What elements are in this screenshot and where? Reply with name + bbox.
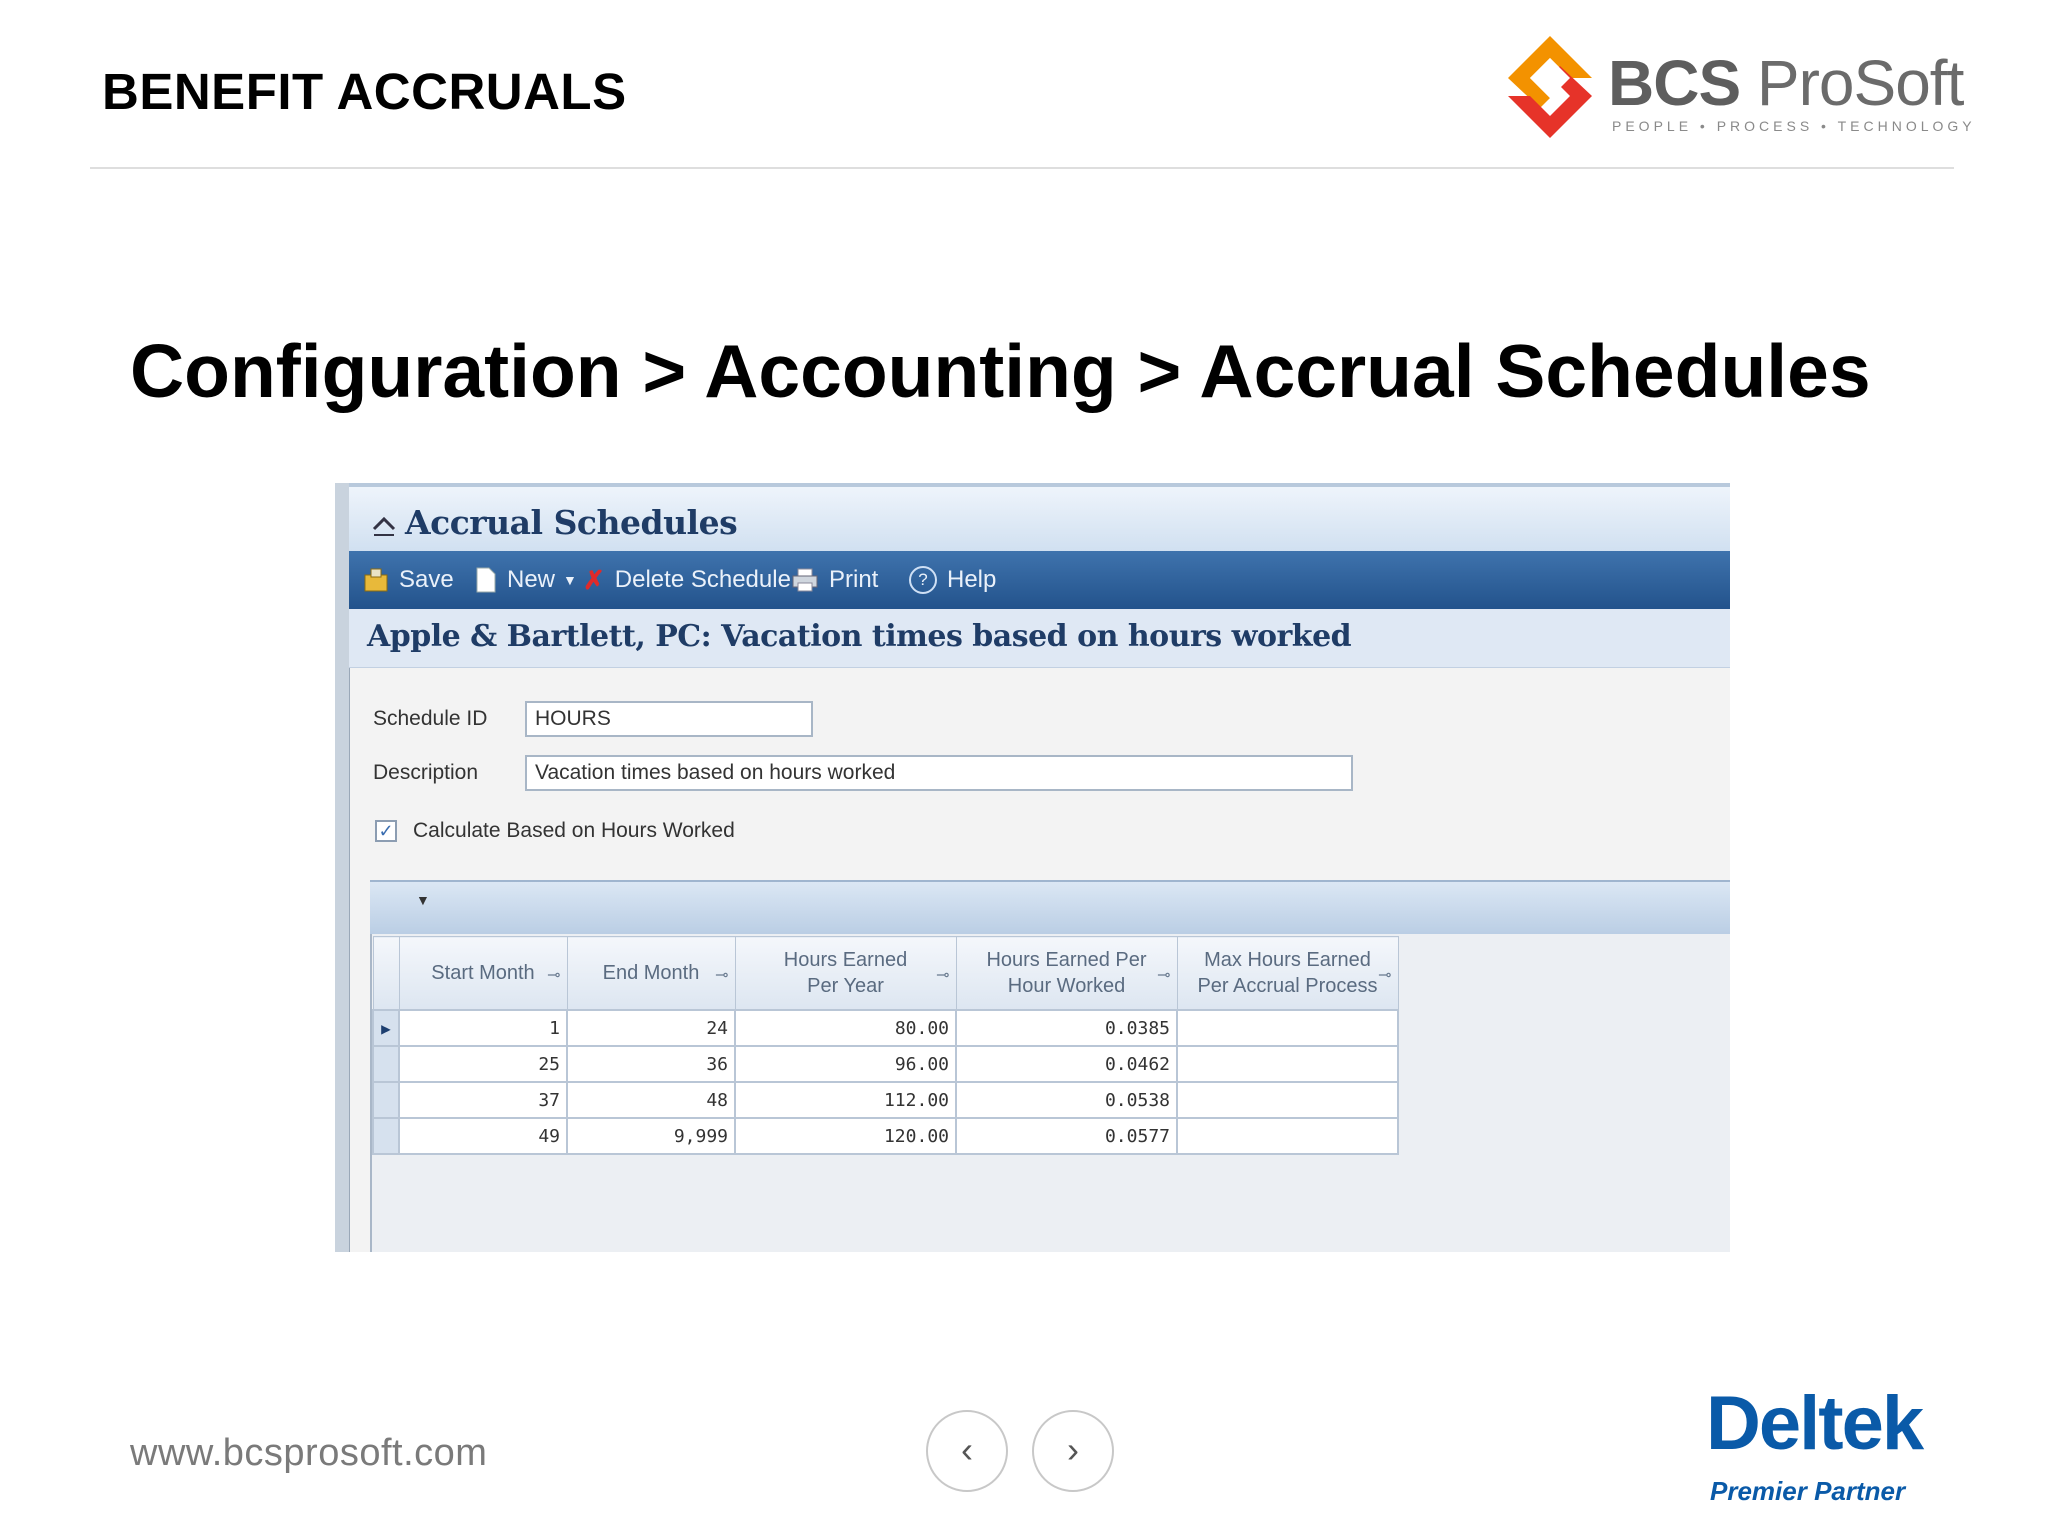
cell-end-month[interactable]: 48 — [566, 1081, 736, 1119]
collapse-icon[interactable] — [369, 509, 399, 539]
chevron-left-icon: ‹ — [961, 1429, 973, 1470]
bcs-prosoft-logo: BCS ProSoft PEOPLE • PROCESS • TECHNOLOG… — [1500, 28, 1972, 148]
chevron-right-icon: › — [1067, 1429, 1079, 1470]
panel-dropdown-icon[interactable]: ▼ — [416, 892, 430, 908]
schedule-id-label: Schedule ID — [373, 707, 488, 730]
toolbar: Save New ▼ ✗ Delete Schedule Print ? Hel… — [349, 551, 1730, 611]
record-header: Apple & Bartlett, PC: Vacation times bas… — [349, 609, 1730, 668]
cell-hours-per-year[interactable]: 120.00 — [734, 1117, 957, 1155]
save-button[interactable]: Save — [363, 561, 454, 599]
col-end-month-label: End Month — [602, 962, 700, 984]
bcs-tagline: PEOPLE • PROCESS • TECHNOLOGY — [1612, 118, 1976, 134]
col-start-month[interactable]: Start Month ⊸ — [398, 936, 568, 1011]
table-row[interactable]: 25 36 96.00 0.0462 — [372, 1045, 1399, 1083]
page-breadcrumb: Configuration > Accounting > Accrual Sch… — [130, 329, 1871, 413]
print-label: Print — [829, 566, 879, 593]
cell-hours-per-hour[interactable]: 0.0462 — [955, 1045, 1178, 1083]
help-label: Help — [947, 566, 997, 593]
bcs-wordmark: BCS ProSoft — [1608, 47, 1964, 119]
new-document-icon — [476, 567, 496, 593]
current-row-indicator-icon[interactable]: ▶ — [372, 1009, 400, 1047]
window-title: Accrual Schedules — [405, 503, 738, 542]
grid-header-row: Start Month ⊸ End Month ⊸ Hours Earned Per… — [372, 936, 1399, 1011]
save-icon — [364, 568, 388, 592]
cell-end-month[interactable]: 24 — [566, 1009, 736, 1047]
pin-icon[interactable]: ⊸ — [547, 963, 560, 989]
new-label: New — [507, 566, 556, 593]
col-max-hours-label: Max Hours Earned Per Accrual Process — [1197, 949, 1378, 997]
accrual-schedule-grid: Start Month ⊸ End Month ⊸ Hours Earned Per… — [372, 936, 1399, 1155]
cell-hours-per-hour[interactable]: 0.0577 — [955, 1117, 1178, 1155]
cell-end-month[interactable]: 36 — [566, 1045, 736, 1083]
row-selector[interactable] — [372, 1045, 400, 1083]
cell-max-hours[interactable] — [1176, 1117, 1399, 1155]
previous-slide-button[interactable]: ‹ — [926, 1410, 1008, 1492]
deltek-logo: Deltek Premier Partner — [1700, 1380, 1930, 1510]
table-row[interactable]: 37 48 112.00 0.0538 — [372, 1081, 1399, 1119]
schedule-id-field[interactable]: HOURS — [525, 701, 813, 737]
cell-hours-per-year[interactable]: 80.00 — [734, 1009, 957, 1047]
deltek-tagline: Premier Partner — [1710, 1476, 1906, 1506]
printer-icon — [792, 568, 818, 592]
slide-header-title: BENEFIT ACCRUALS — [102, 63, 627, 120]
cell-start-month[interactable]: 37 — [398, 1081, 568, 1119]
col-hours-per-hour[interactable]: Hours Earned Per Hour Worked ⊸ — [955, 936, 1178, 1011]
accrual-grid-area: Start Month ⊸ End Month ⊸ Hours Earned Per… — [370, 934, 1730, 1252]
cell-hours-per-year[interactable]: 112.00 — [734, 1081, 957, 1119]
cell-start-month[interactable]: 49 — [398, 1117, 568, 1155]
cell-start-month[interactable]: 1 — [398, 1009, 568, 1047]
website-url: www.bcsprosoft.com — [130, 1432, 488, 1474]
next-slide-button[interactable]: › — [1032, 1410, 1114, 1492]
row-selector[interactable] — [372, 1081, 400, 1119]
pin-icon[interactable]: ⊸ — [936, 963, 949, 989]
pin-icon[interactable]: ⊸ — [1157, 963, 1170, 989]
grid-group-panel: ▼ — [370, 880, 1730, 936]
delete-label: Delete Schedule — [614, 566, 791, 593]
pin-icon[interactable]: ⊸ — [715, 963, 728, 989]
description-field[interactable]: Vacation times based on hours worked — [525, 755, 1353, 791]
col-end-month[interactable]: End Month ⊸ — [566, 936, 736, 1011]
col-hours-per-year[interactable]: Hours Earned Per Year ⊸ — [734, 936, 957, 1011]
table-row[interactable]: ▶ 1 24 80.00 0.0385 — [372, 1009, 1399, 1047]
description-label: Description — [373, 761, 479, 784]
deltek-wordmark: Deltek — [1706, 1381, 1924, 1466]
table-row[interactable]: 49 9,999 120.00 0.0577 — [372, 1117, 1399, 1155]
row-selector-header — [372, 936, 400, 1011]
record-title: Apple & Bartlett, PC: Vacation times bas… — [367, 619, 1352, 654]
col-hours-per-year-label: Hours Earned Per Year — [783, 949, 908, 997]
calc-hours-label: Calculate Based on Hours Worked — [413, 819, 735, 842]
help-icon: ? — [909, 566, 937, 594]
pin-icon[interactable]: ⊸ — [1378, 963, 1391, 989]
dropdown-arrow-icon[interactable]: ▼ — [563, 572, 577, 588]
header-divider — [90, 167, 1954, 169]
cell-max-hours[interactable] — [1176, 1045, 1399, 1083]
new-button[interactable]: New ▼ — [475, 561, 577, 599]
save-label: Save — [399, 566, 454, 593]
delete-x-icon: ✗ — [583, 564, 605, 595]
calc-hours-checkbox[interactable]: ✓ — [375, 820, 397, 842]
help-button[interactable]: ? Help — [909, 561, 996, 599]
col-max-hours[interactable]: Max Hours Earned Per Accrual Process ⊸ — [1176, 936, 1399, 1011]
window-left-edge — [335, 483, 350, 1252]
window-titlebar: Accrual Schedules — [349, 483, 1730, 555]
accrual-schedules-window: Accrual Schedules Save New ▼ ✗ Delete Sc… — [335, 483, 1730, 1252]
cell-start-month[interactable]: 25 — [398, 1045, 568, 1083]
delete-schedule-button[interactable]: ✗ Delete Schedule — [583, 561, 791, 599]
cell-hours-per-year[interactable]: 96.00 — [734, 1045, 957, 1083]
cell-hours-per-hour[interactable]: 0.0538 — [955, 1081, 1178, 1119]
cell-hours-per-hour[interactable]: 0.0385 — [955, 1009, 1178, 1047]
col-start-month-label: Start Month — [431, 962, 535, 984]
print-button[interactable]: Print — [791, 561, 878, 599]
row-selector[interactable] — [372, 1117, 400, 1155]
bcs-logo-mark-icon — [1508, 36, 1592, 138]
cell-max-hours[interactable] — [1176, 1081, 1399, 1119]
cell-end-month[interactable]: 9,999 — [566, 1117, 736, 1155]
cell-max-hours[interactable] — [1176, 1009, 1399, 1047]
col-hours-per-hour-label: Hours Earned Per Hour Worked — [986, 949, 1147, 997]
